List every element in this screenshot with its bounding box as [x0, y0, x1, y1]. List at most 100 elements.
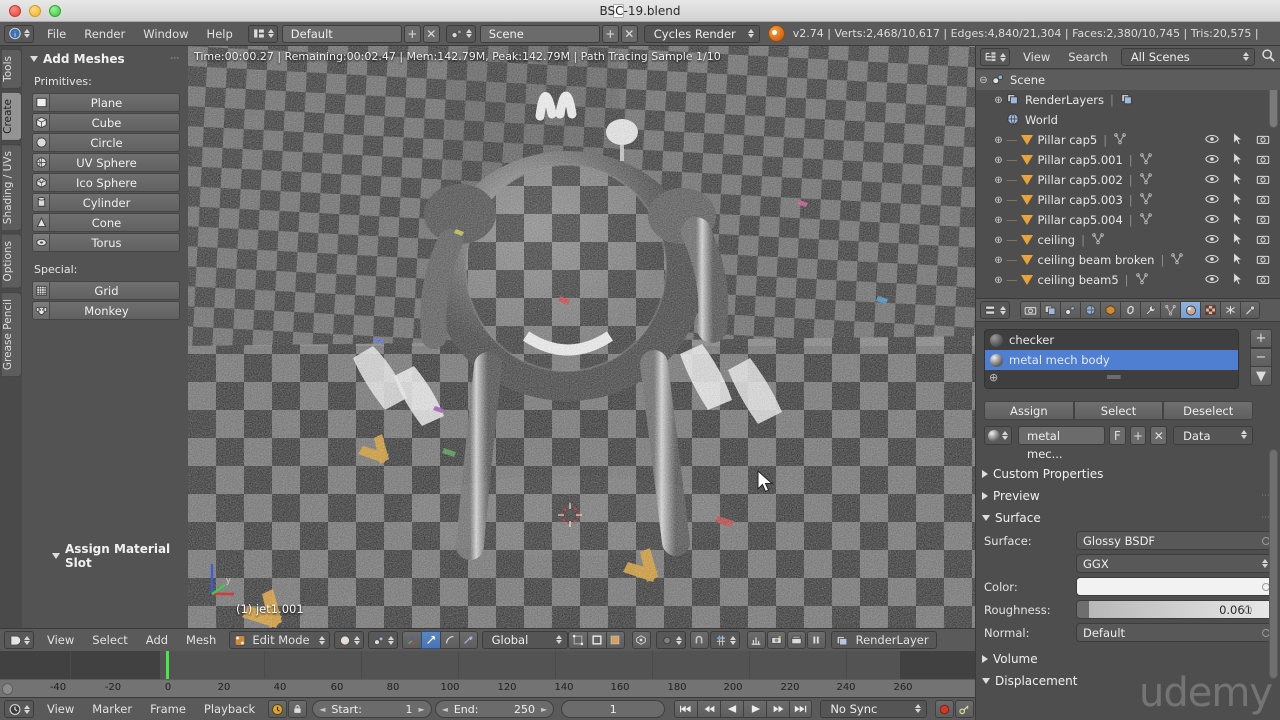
outliner-row-pillar-cap5[interactable]: ⊕ — Pillar cap5 | — [976, 130, 1280, 150]
surface-section-header[interactable]: Surface ⋯ — [976, 507, 1280, 529]
render-animation-icon[interactable] — [786, 631, 806, 649]
remove-material-slot-button[interactable]: − — [1250, 348, 1272, 367]
tab-object-data[interactable] — [1160, 301, 1180, 319]
material-name-field[interactable]: metal mec... — [1018, 426, 1106, 461]
tab-texture[interactable] — [1200, 301, 1220, 319]
material-link-selector[interactable]: Data — [1173, 426, 1253, 445]
add-circle-button[interactable]: Circle — [32, 133, 180, 152]
scene-browse-selector[interactable] — [445, 24, 476, 43]
expand-icon[interactable]: ⊕ — [993, 235, 1004, 246]
surface-shader-row[interactable]: Surface: Glossy BSDF — [976, 529, 1280, 552]
transform-orientation-selector[interactable]: Global — [481, 631, 568, 649]
outliner-row-toggles[interactable] — [1205, 192, 1270, 208]
outliner-row-world[interactable]: World — [976, 110, 1280, 130]
pivot-point-selector[interactable] — [367, 631, 398, 649]
distribution-value[interactable]: GGX — [1076, 554, 1275, 573]
outliner-row-pillar-cap5-003[interactable]: ⊕ — Pillar cap5.003 | — [976, 190, 1280, 210]
editor-type-selector-info[interactable]: i — [4, 24, 34, 43]
browse-material-selector[interactable] — [984, 426, 1012, 445]
collapse-icon[interactable]: ⊖ — [978, 75, 989, 86]
screen-layout-icon-selector[interactable] — [247, 24, 278, 43]
face-select-mode-icon[interactable] — [605, 631, 625, 649]
editor-type-selector-properties[interactable] — [980, 301, 1010, 319]
material-slot-actions[interactable]: + − ▼ — [1250, 329, 1272, 386]
material-assign-row[interactable]: Assign Select Deselect — [984, 401, 1254, 420]
manipulator-toggles[interactable] — [401, 631, 478, 649]
outliner-row-toggles[interactable] — [1205, 232, 1270, 248]
color-swatch[interactable] — [1076, 577, 1275, 596]
color-row[interactable]: Color: — [976, 575, 1280, 598]
proportional-edit-selector[interactable] — [655, 631, 686, 649]
selectability-cursor-icon[interactable] — [1232, 252, 1243, 268]
jump-to-prev-keyframe-button[interactable] — [697, 700, 721, 718]
material-slot-checker[interactable]: checker — [985, 330, 1238, 350]
tab-physics[interactable] — [1240, 301, 1260, 319]
tab-constraints[interactable] — [1120, 301, 1140, 319]
3d-viewport[interactable]: Time:00:00.27 | Remaining:00:02.47 | Mem… — [188, 46, 975, 628]
outliner-editor[interactable]: View Search All Scenes ⊖ Scene ⊕ RenderL… — [975, 46, 1280, 298]
expand-icon[interactable]: ⊕ — [993, 155, 1004, 166]
assign-button[interactable]: Assign — [984, 401, 1074, 420]
material-datablock-row[interactable]: metal mec... F + ✕ Data — [984, 426, 1253, 461]
viewport-menu-mesh[interactable]: Mesh — [177, 628, 225, 652]
expand-icon[interactable]: ⊕ — [993, 175, 1004, 186]
jump-to-next-keyframe-button[interactable] — [766, 700, 790, 718]
outliner-row-toggles[interactable] — [1205, 132, 1270, 148]
outliner-row-pillar-cap5-002[interactable]: ⊕ — Pillar cap5.002 | — [976, 170, 1280, 190]
interaction-mode-selector[interactable]: Edit Mode — [229, 631, 330, 649]
jump-to-start-button[interactable] — [674, 700, 698, 718]
selectability-cursor-icon[interactable] — [1232, 232, 1243, 248]
expand-icon[interactable]: ⊕ — [993, 195, 1004, 206]
tab-material[interactable] — [1180, 301, 1200, 319]
renderability-camera-icon[interactable] — [1256, 173, 1270, 188]
outliner-tree[interactable]: ⊖ Scene ⊕ RenderLayers | World ⊕ — Pilla… — [976, 70, 1280, 298]
visibility-eye-icon[interactable] — [1205, 273, 1219, 287]
tab-world[interactable] — [1080, 301, 1100, 319]
tab-grease-pencil[interactable]: Grease Pencil — [2, 291, 22, 377]
viewport-menu-add[interactable]: Add — [137, 628, 177, 652]
tab-shading-uvs[interactable]: Shading / UVs — [2, 143, 22, 231]
timeline-menu-marker[interactable]: Marker — [83, 697, 141, 720]
viewport-menu-select[interactable]: Select — [83, 628, 136, 652]
manipulator-enable-icon[interactable] — [401, 631, 421, 649]
add-monkey-button[interactable]: Monkey — [32, 301, 180, 320]
use-preview-range-icon[interactable] — [268, 700, 288, 718]
auto-keyframe-record-icon[interactable] — [935, 700, 954, 718]
renderability-camera-icon[interactable] — [1256, 273, 1270, 288]
material-specials-menu-button[interactable]: ▼ — [1250, 367, 1272, 386]
link-socket-icon[interactable] — [1244, 606, 1252, 614]
timeline-editor[interactable]: -40 -20 0 20 40 60 80 100 120 140 160 18… — [0, 651, 975, 697]
volume-section-header[interactable]: Volume — [976, 648, 1280, 670]
mesh-analysis-icon[interactable] — [746, 631, 766, 649]
add-screen-layout-button[interactable]: + — [403, 24, 421, 43]
outliner-row-ceiling-beam5[interactable]: ⊕ — ceiling beam5 | — [976, 270, 1280, 290]
outliner-row-pillar-cap5-001[interactable]: ⊕ — Pillar cap5.001 | — [976, 150, 1280, 170]
pause-render-icon[interactable] — [806, 631, 826, 649]
material-slot-metal-mech-body[interactable]: metal mech body — [985, 350, 1238, 370]
rotate-manipulator-icon[interactable] — [439, 631, 459, 649]
add-meshes-panel-header[interactable]: Add Meshes ⋯ — [22, 46, 188, 70]
outliner-row-pillar-cap5-004[interactable]: ⊕ — Pillar cap5.004 | — [976, 210, 1280, 230]
outliner-menu-search[interactable]: Search — [1059, 45, 1117, 69]
material-slot-list[interactable]: checker metal mech body ⊕ ══ — [984, 329, 1239, 389]
viewport-shading-selector[interactable] — [333, 631, 364, 649]
outliner-row-ceiling[interactable]: ⊕ — ceiling | — [976, 230, 1280, 250]
visibility-eye-icon[interactable] — [1205, 173, 1219, 187]
keying-set-icon[interactable] — [955, 700, 974, 718]
add-uv-sphere-button[interactable]: UV Sphere — [32, 153, 180, 172]
selectability-cursor-icon[interactable] — [1232, 132, 1243, 148]
add-plane-button[interactable]: Plane — [32, 93, 180, 112]
start-frame-field[interactable]: ◄ Start: 1 ► — [312, 700, 432, 718]
roughness-row[interactable]: Roughness: 0.061 — [976, 598, 1280, 621]
add-slot-small-icon[interactable]: ⊕ — [989, 371, 998, 384]
render-layer-selector[interactable]: RenderLayer — [830, 631, 937, 649]
visibility-eye-icon[interactable] — [1205, 133, 1219, 147]
normal-value[interactable]: Default — [1076, 623, 1275, 642]
visibility-eye-icon[interactable] — [1205, 153, 1219, 167]
outliner-row-scene[interactable]: ⊖ Scene — [976, 70, 1280, 90]
limit-selection-visible-icon[interactable] — [631, 631, 651, 649]
visibility-eye-icon[interactable] — [1205, 253, 1219, 267]
add-cone-button[interactable]: Cone — [32, 213, 180, 232]
add-grid-button[interactable]: Grid — [32, 281, 180, 300]
screen-layout-name[interactable]: Default — [281, 24, 402, 43]
